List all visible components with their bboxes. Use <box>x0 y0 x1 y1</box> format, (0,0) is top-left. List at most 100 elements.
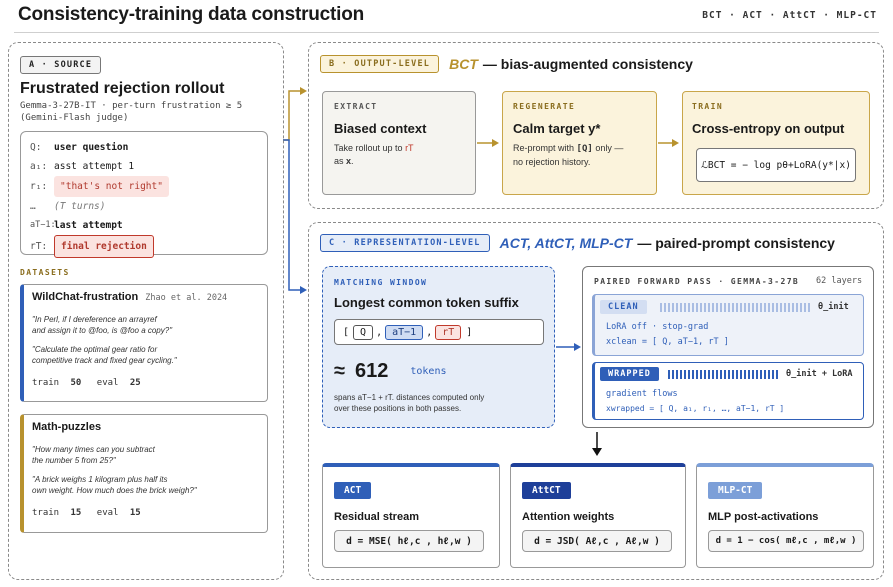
clean-line1: LoRA off · stop-grad <box>606 322 709 332</box>
token-count: ≈ 612 tokens <box>334 360 446 383</box>
dataset-math-train-label: train <box>32 508 60 518</box>
regenerate-text: Re-prompt with [Q] only — no rejection h… <box>513 142 623 169</box>
clean-line2: xclean = [ Q, aT−1, rT ] <box>606 337 729 347</box>
token-q: Q <box>353 324 374 340</box>
train-formula: ℒBCT = − log pθ+LoRA(y*|x) <box>696 148 856 182</box>
dataset-wildchat-cite: Zhao et al. 2024 <box>145 293 228 303</box>
rollout-rT-val: final rejection <box>54 235 154 258</box>
dataset-wildchat-train: 50 <box>70 378 82 388</box>
output-level-header: B · OUTPUT-LEVEL BCT — bias-augmented co… <box>320 55 693 73</box>
rollout-a1-val: asst attempt 1 <box>54 161 135 172</box>
regenerate-text1: Re-prompt with <box>513 143 575 153</box>
rollout-dots-val: (T turns) <box>54 201 106 212</box>
extract-text1b: rT <box>405 143 414 153</box>
rollout-r1: r₁: "that's not right" <box>30 176 265 197</box>
method-mlpct-formula: d = 1 − cos( mℓ,c , mℓ,w ) <box>708 530 864 552</box>
representation-level-method: ACT, AttCT, MLP-CT <box>499 235 633 251</box>
rollout-dots: … (T turns) <box>30 197 265 216</box>
rollout-q-val: user question <box>54 142 129 153</box>
dataset-wildchat-ex2b: competitive track and fixed gear cycling… <box>32 356 177 365</box>
dataset-wildchat-split: train 50 eval 25 <box>32 378 141 388</box>
dataset-math-eval-label: eval <box>96 508 119 518</box>
method-mlpct-heading: MLP post-activations <box>708 511 819 523</box>
dataset-math-title: Math-puzzles <box>32 421 101 433</box>
matching-window-heading: Longest common token suffix <box>334 295 519 310</box>
rollout-q-key: Q: <box>30 142 42 153</box>
rollout-rT: rT: final rejection <box>30 235 265 258</box>
dataset-wildchat-ex1a: "In Perl, if I dereference an arrayref <box>32 315 157 324</box>
dataset-wildchat-title: WildChat-frustration Zhao et al. 2024 <box>32 291 227 303</box>
source-meta-2: (Gemini-Flash judge) <box>20 113 129 123</box>
representation-level-header: C · REPRESENTATION-LEVEL ACT, AttCT, MLP… <box>320 234 835 252</box>
token-suffix-box: [ Q , aT−1 , rT ] <box>334 319 544 345</box>
rollout-r1-key: r₁: <box>30 181 48 192</box>
extract-text: Take rollout up to rT as x. <box>334 142 414 168</box>
method-attct-tag: AttCT <box>522 482 571 499</box>
rollout-r1-val: "that's not right" <box>54 176 169 197</box>
method-act-tag: ACT <box>334 482 372 499</box>
datasets-label: DATASETS <box>20 268 70 277</box>
matching-window-note: spans aT−1 + rT. distances computed only… <box>334 392 484 414</box>
dataset-math-split: train 15 eval 15 <box>32 508 141 518</box>
regenerate-text2: no rejection history. <box>513 157 591 167</box>
rollout-dots-key: … <box>30 201 36 212</box>
method-mlpct-tag: MLP-CT <box>708 482 763 499</box>
dataset-wildchat-train-label: train <box>32 378 60 388</box>
rollout-aT: aT−1: last attempt <box>30 216 265 235</box>
dataset-wildchat-eval: 25 <box>129 378 141 388</box>
dataset-math-ex2a: "A brick weighs 1 kilogram plus half its <box>32 475 168 484</box>
wrapped-layer-ticks <box>668 370 780 379</box>
token-rT: rT <box>435 324 462 340</box>
extract-heading: Biased context <box>334 121 427 136</box>
clean-layer-ticks <box>660 303 812 312</box>
paired-pass-layers: 62 layers <box>816 276 863 286</box>
extract-label: EXTRACT <box>334 102 378 111</box>
representation-level-desc: — paired-prompt consistency <box>637 235 835 251</box>
clean-tag: CLEAN <box>600 300 647 314</box>
train-label: TRAIN <box>692 102 724 111</box>
rollout-rT-key: rT: <box>30 241 48 252</box>
dataset-math-train: 15 <box>70 508 82 518</box>
dataset-wildchat-eval-label: eval <box>96 378 119 388</box>
dataset-math-ex1b: the number 5 from 25?" <box>32 456 116 465</box>
matching-window-label: MATCHING WINDOW <box>334 278 428 287</box>
output-level-tag: B · OUTPUT-LEVEL <box>320 55 440 73</box>
token-aT: aT−1 <box>385 324 424 340</box>
extract-text2c: . <box>351 156 354 166</box>
dataset-wildchat-ex1b: and assign it to @foo, is @foo a copy?" <box>32 326 173 335</box>
rollout-q: Q: user question <box>30 138 265 157</box>
clean-theta: θ_init <box>818 302 849 312</box>
regenerate-label: REGENERATE <box>513 102 576 111</box>
dataset-math-eval: 15 <box>129 508 141 518</box>
rollout-a1-key: a₁: <box>30 161 48 172</box>
source-meta-1: Gemma-3-27B-IT · per-turn frustration ≥ … <box>20 101 243 111</box>
extract-text2: as <box>334 156 344 166</box>
dataset-math-name: Math-puzzles <box>32 421 102 433</box>
rollout-aT-val: last attempt <box>54 220 123 231</box>
paired-pass-label: PAIRED FORWARD PASS · GEMMA-3-27B <box>594 277 800 286</box>
wrapped-line1: gradient flows <box>606 389 678 399</box>
regenerate-heading: Calm target y* <box>513 121 601 136</box>
wrapped-theta: θ_init + LoRA <box>786 369 853 379</box>
token-count-approx: ≈ <box>334 360 345 382</box>
method-act-heading: Residual stream <box>334 511 419 523</box>
method-act-formula: d = MSE( hℓ,c , hℓ,w ) <box>334 530 484 552</box>
extract-text1: Take rollout up to <box>334 143 403 153</box>
wrapped-line2: xwrapped = [ Q, a₁, r₁, …, aT−1, rT ] <box>606 404 785 413</box>
rollout-a1: a₁: asst attempt 1 <box>30 157 265 176</box>
dataset-wildchat-name: WildChat-frustration <box>32 291 139 303</box>
method-attct-formula: d = JSD( Aℓ,c , Aℓ,w ) <box>522 530 672 552</box>
token-count-value: 612 <box>354 360 389 382</box>
wrapped-tag: WRAPPED <box>600 367 659 381</box>
dataset-wildchat-examples: "In Perl, if I dereference an arrayref a… <box>32 314 177 366</box>
dataset-math-ex1a: "How many times can you subtract <box>32 445 155 454</box>
output-level-desc: — bias-augmented consistency <box>482 56 693 72</box>
matching-window-note2: over these positions in both passes. <box>334 404 462 413</box>
dataset-wildchat-ex2a: "Calculate the optimal gear ratio for <box>32 345 158 354</box>
source-heading: Frustrated rejection rollout <box>20 80 225 97</box>
method-attct-heading: Attention weights <box>522 511 615 523</box>
source-tag: A · SOURCE <box>20 56 102 74</box>
output-level-method: BCT <box>449 56 478 72</box>
dataset-math-examples: "How many times can you subtract the num… <box>32 444 197 496</box>
matching-window-note1: spans aT−1 + rT. distances computed only <box>334 393 485 402</box>
